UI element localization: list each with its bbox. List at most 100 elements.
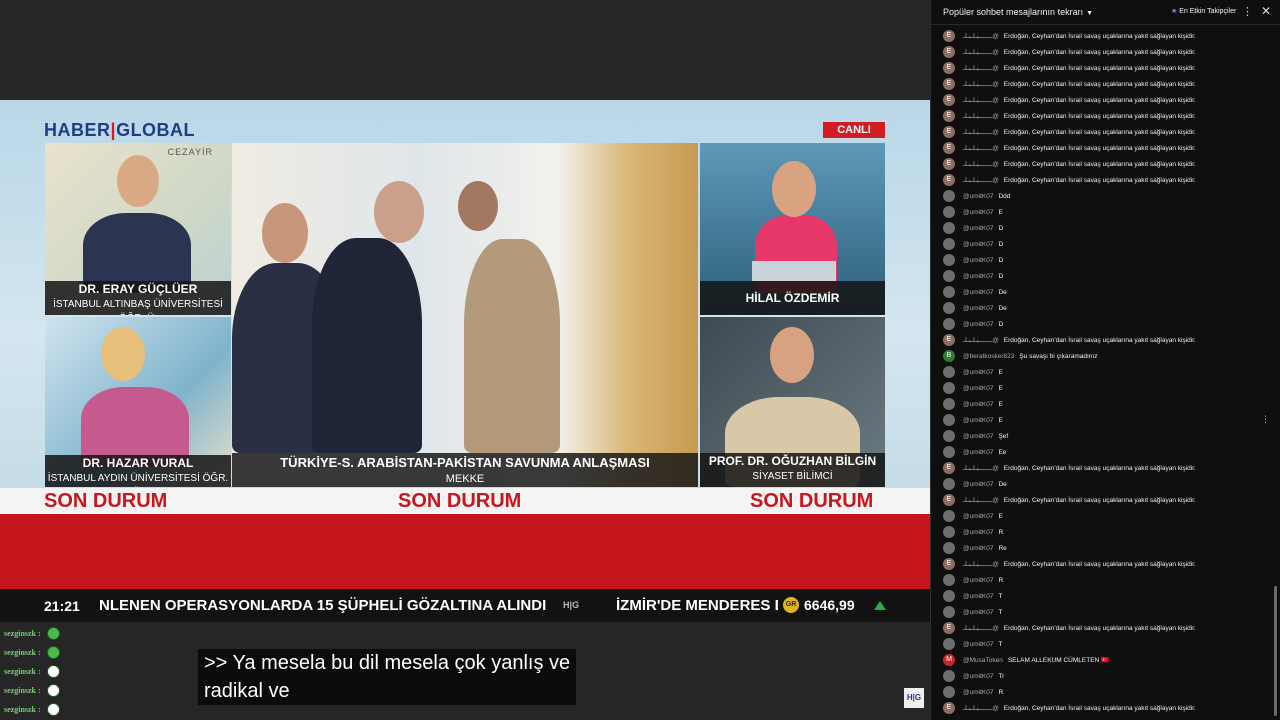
avatar[interactable] xyxy=(943,366,955,378)
avatar[interactable] xyxy=(943,414,955,426)
chat-author[interactable]: @beratkosker823 xyxy=(963,353,1014,360)
chat-author[interactable]: ـــــــبـلـبـلـ@ xyxy=(963,464,999,472)
chat-message[interactable]: @umitK07 Tr xyxy=(931,668,1271,684)
chat-author[interactable]: @umitK07 xyxy=(963,225,993,232)
chat-message[interactable]: @umitK07 R xyxy=(931,684,1271,700)
chat-author[interactable]: @umitK07 xyxy=(963,545,993,552)
avatar[interactable] xyxy=(943,398,955,410)
chat-author[interactable]: @umitK07 xyxy=(963,433,993,440)
chat-message[interactable]: @umitK07 De xyxy=(931,300,1271,316)
chat-author[interactable]: @umitK07 xyxy=(963,641,993,648)
more-options-icon[interactable]: ⋮ xyxy=(1242,5,1253,18)
chat-author[interactable]: @umitK07 xyxy=(963,689,993,696)
chat-author[interactable]: @umitK07 xyxy=(963,449,993,456)
chat-author[interactable]: @umitK07 xyxy=(963,513,993,520)
chat-author[interactable]: @umitK07 xyxy=(963,385,993,392)
chat-author[interactable]: @umitK07 xyxy=(963,369,993,376)
avatar[interactable] xyxy=(943,302,955,314)
avatar[interactable] xyxy=(943,318,955,330)
chat-message[interactable]: @umitK07 E xyxy=(931,396,1271,412)
chat-author[interactable]: @umitK07 xyxy=(963,305,993,312)
chat-author[interactable]: @umitK07 xyxy=(963,321,993,328)
chat-message[interactable]: @umitK07 R xyxy=(931,572,1271,588)
avatar[interactable]: E xyxy=(943,126,955,138)
chat-message[interactable]: E ـــــــبـلـبـلـ@ Erdoğan, Ceyhan'dan İsr… xyxy=(931,172,1271,188)
avatar[interactable] xyxy=(943,526,955,538)
chat-author[interactable]: @umitK07 xyxy=(963,273,993,280)
avatar[interactable] xyxy=(943,222,955,234)
chat-author[interactable]: @umitK07 xyxy=(963,577,993,584)
avatar[interactable]: E xyxy=(943,174,955,186)
chat-author[interactable]: @umitK07 xyxy=(963,609,993,616)
avatar[interactable]: E xyxy=(943,622,955,634)
avatar[interactable]: E xyxy=(943,62,955,74)
chat-message[interactable]: @umitK07 E xyxy=(931,508,1271,524)
chat-message[interactable]: E ـــــــبـلـبـلـ@ Erdoğan, Ceyhan'dan İsr… xyxy=(931,140,1271,156)
chat-author[interactable]: ـــــــبـلـبـلـ@ xyxy=(963,80,999,88)
chat-scrollbar[interactable] xyxy=(1274,586,1277,716)
chat-message[interactable]: E ـــــــبـلـبـلـ@ Erdoğan, Ceyhan'dan İsr… xyxy=(931,332,1271,348)
chat-message[interactable]: E ـــــــبـلـبـلـ@ Erdoğan, Ceyhan'dan İsr… xyxy=(931,76,1271,92)
chat-message[interactable]: @umitK07 E xyxy=(931,204,1271,220)
chat-message[interactable]: E ـــــــبـلـبـلـ@ Erdoğan, Ceyhan'dan İsr… xyxy=(931,108,1271,124)
chat-author[interactable]: @umitK07 xyxy=(963,673,993,680)
chat-message[interactable]: @umitK07 T xyxy=(931,636,1271,652)
chat-message[interactable]: E ـــــــبـلـبـلـ@ Erdoğan, Ceyhan'dan İsr… xyxy=(931,556,1271,572)
chat-author[interactable]: @umitK07 xyxy=(963,289,993,296)
chat-author[interactable]: @umitK07 xyxy=(963,401,993,408)
chat-author[interactable]: ـــــــبـلـبـلـ@ xyxy=(963,144,999,152)
avatar[interactable] xyxy=(943,270,955,282)
chat-author[interactable]: ـــــــبـلـبـلـ@ xyxy=(963,704,999,712)
avatar[interactable] xyxy=(943,206,955,218)
top-fans-button[interactable]: ★ En Etkin Takipçiler xyxy=(1171,7,1236,15)
chat-author[interactable]: ـــــــبـلـبـلـ@ xyxy=(963,624,999,632)
avatar[interactable]: E xyxy=(943,494,955,506)
chat-message[interactable]: E ـــــــبـلـبـلـ@ Erdoğan, Ceyhan'dan İsr… xyxy=(931,92,1271,108)
chat-message[interactable]: B @beratkosker823 Şu savaşı bi çıkaramadın… xyxy=(931,348,1271,364)
avatar[interactable] xyxy=(943,542,955,554)
chat-author[interactable]: ـــــــبـلـبـلـ@ xyxy=(963,48,999,56)
chat-message[interactable]: E ـــــــبـلـبـلـ@ Erdoğan, Ceyhan'dan İsr… xyxy=(931,460,1271,476)
avatar[interactable]: E xyxy=(943,46,955,58)
avatar[interactable]: B xyxy=(943,350,955,362)
avatar[interactable] xyxy=(943,478,955,490)
avatar[interactable] xyxy=(943,430,955,442)
avatar[interactable] xyxy=(943,238,955,250)
chat-message[interactable]: E ـــــــبـلـبـلـ@ Erdoğan, Ceyhan'dan İsr… xyxy=(931,620,1271,636)
message-menu-icon[interactable]: ⋮ xyxy=(1261,414,1270,425)
chat-message[interactable]: @umitK07 R xyxy=(931,524,1271,540)
avatar[interactable]: M xyxy=(943,654,955,666)
chat-message[interactable]: E ـــــــبـلـبـلـ@ Erdoğan, Ceyhan'dan İsr… xyxy=(931,156,1271,172)
chat-message[interactable]: @umitK07 Ddd xyxy=(931,188,1271,204)
chat-author[interactable]: ـــــــبـلـبـلـ@ xyxy=(963,128,999,136)
avatar[interactable] xyxy=(943,606,955,618)
chat-message[interactable]: E ـــــــبـلـبـلـ@ Erdoğan, Ceyhan'dan İsr… xyxy=(931,492,1271,508)
chat-author[interactable]: @umitK07 xyxy=(963,529,993,536)
chat-message[interactable]: @umitK07 Ee xyxy=(931,444,1271,460)
chat-author[interactable]: ـــــــبـلـبـلـ@ xyxy=(963,176,999,184)
chat-author[interactable]: ـــــــبـلـبـلـ@ xyxy=(963,336,999,344)
avatar[interactable] xyxy=(943,190,955,202)
avatar[interactable]: E xyxy=(943,94,955,106)
chat-message[interactable]: @umitK07 E xyxy=(931,380,1271,396)
chat-author[interactable]: ـــــــبـلـبـلـ@ xyxy=(963,96,999,104)
chat-author[interactable]: @umitK07 xyxy=(963,241,993,248)
chat-author[interactable]: ـــــــبـلـبـلـ@ xyxy=(963,496,999,504)
avatar[interactable] xyxy=(943,510,955,522)
avatar[interactable] xyxy=(943,254,955,266)
chat-message[interactable]: M @MusaToken SELAM ALLEKUM CÜMLETEN 🇹🇷 xyxy=(931,652,1271,668)
chat-message[interactable]: E ـــــــبـلـبـلـ@ Erdoğan, Ceyhan'dan İsr… xyxy=(931,28,1271,44)
chat-message[interactable]: @umitK07 D xyxy=(931,236,1271,252)
avatar[interactable]: E xyxy=(943,30,955,42)
chat-author[interactable]: ـــــــبـلـبـلـ@ xyxy=(963,112,999,120)
avatar[interactable] xyxy=(943,286,955,298)
chat-message[interactable]: @umitK07 D xyxy=(931,220,1271,236)
avatar[interactable]: E xyxy=(943,110,955,122)
chat-author[interactable]: @umitK07 xyxy=(963,417,993,424)
avatar[interactable]: E xyxy=(943,558,955,570)
chat-mode-dropdown[interactable]: Popüler sohbet mesajlarının tekrarı ▼ xyxy=(943,7,1093,17)
chat-message[interactable]: @umitK07 D xyxy=(931,252,1271,268)
chat-message[interactable]: E ـــــــبـلـبـلـ@ Erdoğan, Ceyhan'dan İsr… xyxy=(931,44,1271,60)
chat-author[interactable]: ـــــــبـلـبـلـ@ xyxy=(963,32,999,40)
avatar[interactable] xyxy=(943,382,955,394)
